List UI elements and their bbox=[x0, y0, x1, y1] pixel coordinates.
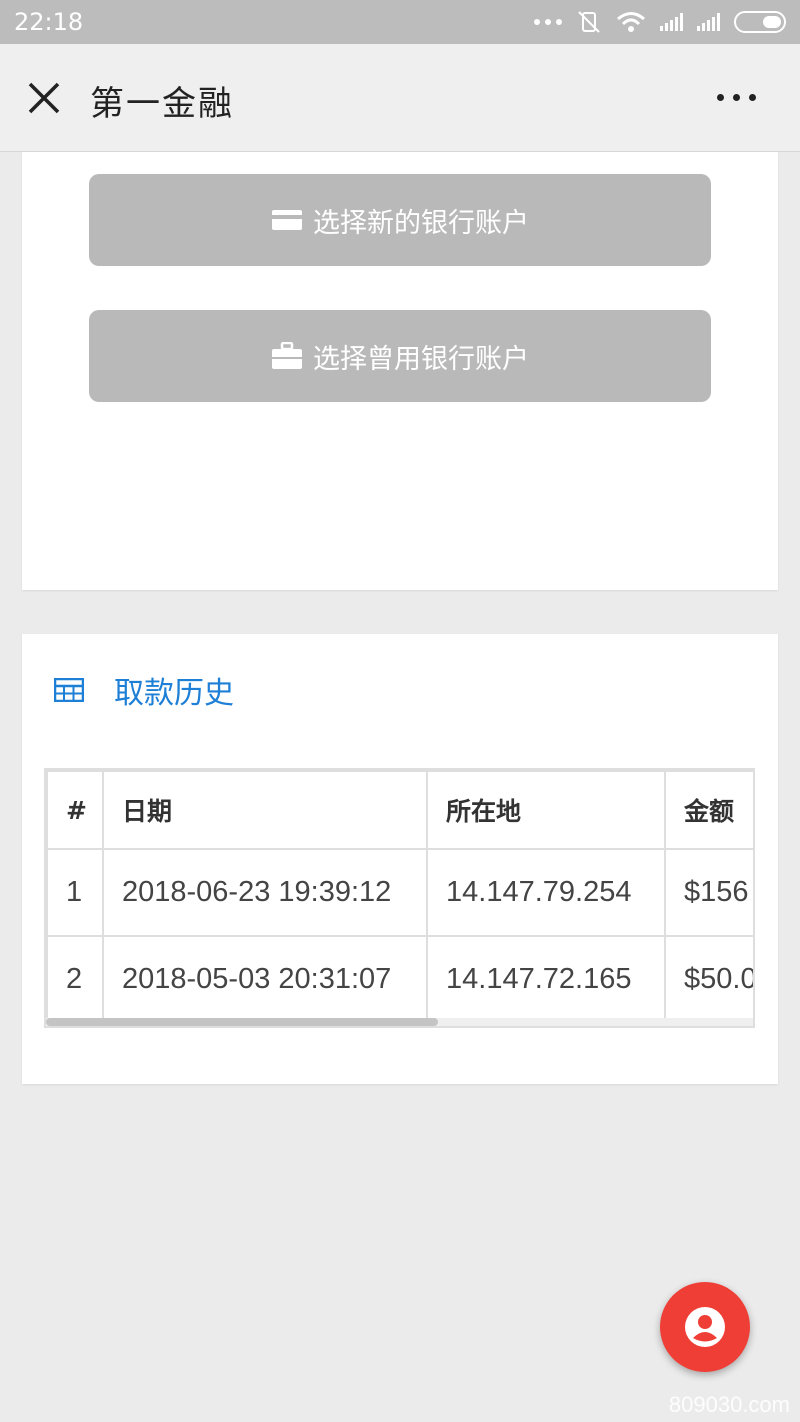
status-time: 22:18 bbox=[14, 8, 84, 36]
cell-location: 14.147.72.165 bbox=[426, 935, 666, 1024]
select-new-account-label: 选择新的银行账户 bbox=[313, 207, 529, 239]
column-header-date: 日期 bbox=[102, 770, 428, 850]
cell-date: 2018-05-03 20:31:07 bbox=[102, 935, 428, 1024]
history-table: # 日期 所在地 金额 1 2018-06-23 19:39:12 14.147… bbox=[46, 770, 753, 1024]
vibrate-off-icon bbox=[578, 11, 600, 33]
cell-num: 2 bbox=[46, 935, 104, 1024]
table-header-row: # 日期 所在地 金额 bbox=[46, 770, 753, 850]
column-header-num: # bbox=[46, 770, 104, 850]
history-header: 取款历史 bbox=[54, 670, 234, 711]
column-header-amount: 金额 bbox=[664, 770, 753, 850]
wifi-icon bbox=[617, 12, 645, 32]
battery-icon bbox=[734, 11, 786, 33]
table-row: 1 2018-06-23 19:39:12 14.147.79.254 $156 bbox=[46, 848, 753, 937]
notification-dots-icon bbox=[534, 19, 562, 25]
watermark-text: 809030.com bbox=[668, 1392, 790, 1417]
withdrawal-history-card: 取款历史 # 日期 所在地 金额 1 2018-06-23 19:39:12 1… bbox=[22, 634, 778, 1084]
credit-card-icon bbox=[272, 210, 302, 230]
status-icons bbox=[534, 10, 786, 34]
scrollbar-thumb[interactable] bbox=[46, 1018, 438, 1026]
cell-location: 14.147.79.254 bbox=[426, 848, 666, 937]
history-title: 取款历史 bbox=[114, 676, 234, 711]
user-icon bbox=[685, 1307, 725, 1347]
cell-date: 2018-06-23 19:39:12 bbox=[102, 848, 428, 937]
select-new-account-button[interactable]: 选择新的银行账户 bbox=[89, 174, 711, 266]
column-header-location: 所在地 bbox=[426, 770, 666, 850]
select-used-account-button[interactable]: 选择曾用银行账户 bbox=[89, 310, 711, 402]
briefcase-icon bbox=[272, 342, 302, 369]
cell-amount: $156 bbox=[664, 848, 753, 937]
cell-amount: $50.0 bbox=[664, 935, 753, 1024]
more-options-icon[interactable] bbox=[717, 94, 756, 101]
history-table-scroll[interactable]: # 日期 所在地 金额 1 2018-06-23 19:39:12 14.147… bbox=[44, 768, 755, 1028]
page-title: 第一金融 bbox=[90, 84, 234, 124]
table-row: 2 2018-05-03 20:31:07 14.147.72.165 $50.… bbox=[46, 935, 753, 1024]
status-bar: 22:18 bbox=[0, 0, 800, 44]
signal-icon-2 bbox=[697, 13, 720, 31]
table-icon bbox=[54, 678, 84, 702]
profile-fab-button[interactable] bbox=[660, 1282, 750, 1372]
cell-num: 1 bbox=[46, 848, 104, 937]
account-select-card: 选择新的银行账户 选择曾用银行账户 bbox=[22, 152, 778, 590]
signal-icon bbox=[660, 13, 683, 31]
nav-bar: 第一金融 bbox=[0, 44, 800, 152]
select-used-account-label: 选择曾用银行账户 bbox=[313, 343, 529, 375]
close-icon[interactable] bbox=[24, 78, 64, 118]
horizontal-scrollbar[interactable] bbox=[46, 1018, 753, 1026]
